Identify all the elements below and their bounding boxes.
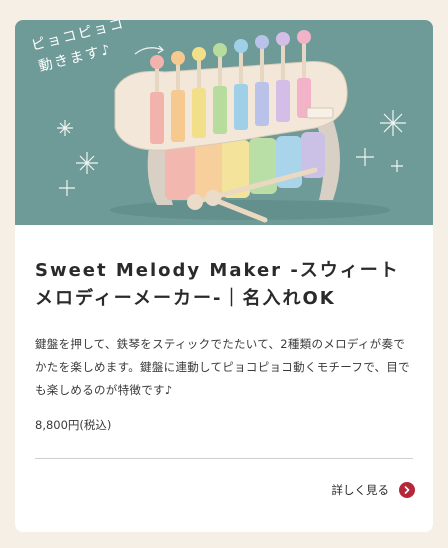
divider [35,458,413,459]
product-image[interactable]: ピョコピョコ 動きます♪ [15,20,433,225]
product-description: 鍵盤を押して、鉄琴をスティックでたたいて、2種類のメロディが奏でかたを楽しめます… [35,337,410,397]
details-link-label: 詳しく見る [331,483,390,497]
product-card: ピョコピョコ 動きます♪ Sweet Melody Maker -スウィートメロ… [15,20,433,532]
product-title[interactable]: Sweet Melody Maker -スウィートメロディーメーカー-｜名入れO… [35,257,413,313]
chevron-right-circle-icon [399,482,415,498]
product-price: 8,800円(税込) [35,418,112,432]
details-link[interactable]: 詳しく見る [331,481,415,499]
product-content: Sweet Melody Maker -スウィートメロディーメーカー-｜名入れO… [15,225,433,434]
